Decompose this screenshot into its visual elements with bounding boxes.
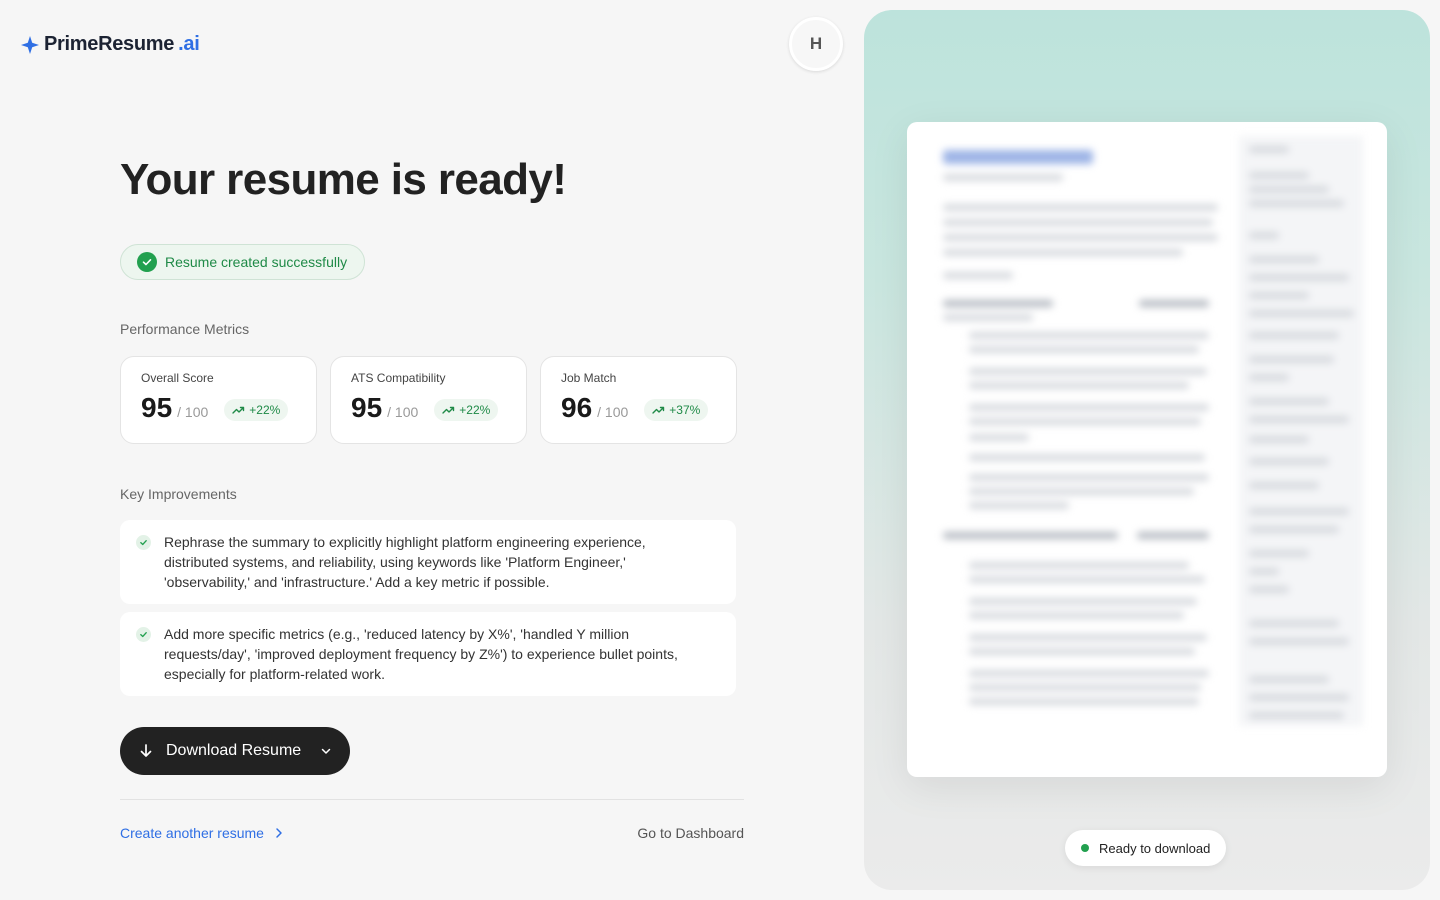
improvement-text: Rephrase the summary to explicitly highl… [164,534,646,590]
delta-value: +22% [249,403,281,417]
metric-max: / 100 [597,404,629,420]
status-dot [1081,844,1089,852]
list-item: Rephrase the summary to explicitly highl… [120,520,736,604]
check-icon [137,252,157,272]
ready-label: Ready to download [1099,840,1211,856]
chevron-right-icon [276,828,282,838]
user-avatar[interactable]: H [789,17,843,71]
improvement-text: Add more specific metrics (e.g., 'reduce… [164,626,678,682]
metric-value: 95 [141,392,173,423]
sparkle-logo-icon [21,35,39,54]
page-title: Your resume is ready! [120,155,567,204]
create-another-label: Create another resume [120,825,264,841]
brand-logo[interactable]: PrimeResume .ai [20,33,200,56]
list-item: Add more specific metrics (e.g., 'reduce… [120,612,736,696]
chevron-down-icon [321,748,331,754]
improvements-heading: Key Improvements [120,486,237,502]
metric-max: / 100 [387,404,419,420]
metric-card-ats: ATS Compatibility 95 / 100 +22% [330,356,527,444]
trend-up-icon [442,406,455,414]
metrics-heading: Performance Metrics [120,321,250,337]
improvements-list: Rephrase the summary to explicitly highl… [120,520,736,696]
metric-name: Job Match [561,371,617,385]
create-another-resume-link[interactable]: Create another resume [120,825,284,841]
delta-badge: +37% [644,399,709,421]
metric-value: 96 [561,392,593,423]
delta-value: +22% [459,403,491,417]
divider [120,799,744,800]
delta-badge: +22% [224,399,289,421]
trend-up-icon [232,406,245,414]
delta-value: +37% [669,403,701,417]
check-icon [136,627,151,642]
check-icon [136,535,151,550]
arrow-down-icon [140,744,152,757]
metric-card-overall: Overall Score 95 / 100 +22% [120,356,317,444]
brand-name: PrimeResume [44,33,175,55]
delta-badge: +22% [434,399,499,421]
metric-name: ATS Compatibility [351,371,446,385]
metric-value: 95 [351,392,383,423]
blurred-resume-content [907,122,1387,777]
metrics-row: Overall Score 95 / 100 +22% ATS Compatib… [120,356,737,444]
metric-name: Overall Score [141,371,214,385]
download-label: Download Resume [166,742,302,759]
resume-preview-panel: Ready to download [864,10,1430,890]
ready-status-badge: Ready to download [1065,830,1227,866]
metric-max: / 100 [177,404,209,420]
resume-preview-document[interactable] [907,122,1387,777]
go-to-dashboard-link[interactable]: Go to Dashboard [637,825,744,841]
download-resume-button[interactable]: Download Resume [120,727,350,775]
trend-up-icon [652,406,665,414]
status-badge: Resume created successfully [120,244,366,280]
metric-card-job-match: Job Match 96 / 100 +37% [540,356,737,444]
brand-suffix: .ai [178,33,200,55]
status-text: Resume created successfully [165,254,348,270]
